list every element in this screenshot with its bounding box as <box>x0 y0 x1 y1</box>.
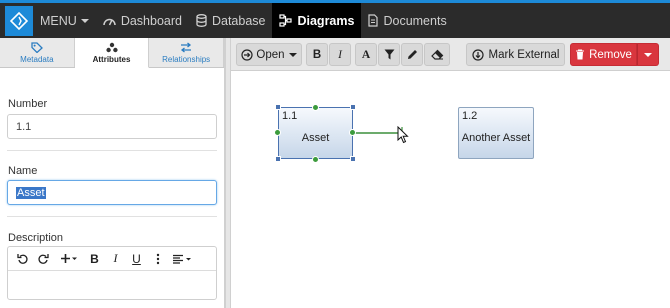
more-icon[interactable] <box>147 249 168 269</box>
arrow-circle-down-icon <box>471 48 484 61</box>
divider <box>7 216 217 217</box>
diagram-toolbar: Open B I A Mark External Remove <box>231 38 670 71</box>
tab-attributes[interactable]: Attributes <box>74 38 150 68</box>
italic-label: I <box>338 48 342 61</box>
open-button[interactable]: Open <box>236 43 302 66</box>
nav-item-label: Documents <box>383 13 447 28</box>
insert-icon[interactable] <box>54 249 84 269</box>
italic-icon[interactable]: I <box>105 249 126 269</box>
resize-handle[interactable] <box>350 156 356 162</box>
connection-port[interactable] <box>274 129 281 136</box>
bold-button[interactable]: B <box>306 43 328 66</box>
nav-item-label: Dashboard <box>120 13 182 28</box>
tab-label: Metadata <box>20 54 54 64</box>
name-value: Asset <box>16 187 46 199</box>
chevron-down-icon <box>644 52 652 57</box>
trash-icon <box>576 49 585 60</box>
name-field[interactable]: Asset <box>7 180 217 205</box>
font-color-button[interactable]: A <box>355 43 377 66</box>
description-label: Description <box>8 232 64 244</box>
document-icon <box>368 14 379 27</box>
tab-label: Attributes <box>92 54 131 64</box>
tab-metadata[interactable]: Metadata <box>0 38 75 67</box>
remove-dropdown-button[interactable] <box>637 43 659 66</box>
tab-label: Relationships <box>162 54 211 64</box>
app-root: MENU Dashboard Database Diagrams Documen… <box>0 0 670 308</box>
pencil-button[interactable] <box>401 43 423 66</box>
connection-port[interactable] <box>349 129 356 136</box>
chevron-down-icon <box>288 52 297 57</box>
font-label: A <box>361 48 371 61</box>
nav-item-label: Database <box>211 13 266 28</box>
node-id: 1.1 <box>282 110 298 122</box>
resize-handle[interactable] <box>275 104 281 110</box>
cursor-icon <box>397 126 409 144</box>
nav-item-documents[interactable]: Documents <box>361 3 453 38</box>
menu-button[interactable]: MENU <box>33 3 96 38</box>
remove-label: Remove <box>589 48 632 61</box>
filter-icon <box>384 49 394 60</box>
diagram-node[interactable]: 1.1 Asset <box>278 107 353 159</box>
nav-item-label: Diagrams <box>297 13 355 28</box>
align-icon[interactable] <box>168 249 196 269</box>
name-label: Name <box>8 165 38 177</box>
remove-button[interactable]: Remove <box>570 43 637 66</box>
undo-icon[interactable] <box>12 249 33 269</box>
database-icon <box>196 14 207 27</box>
underline-icon[interactable]: U <box>126 249 147 269</box>
top-nav: MENU Dashboard Database Diagrams Documen… <box>0 0 670 38</box>
number-value: 1.1 <box>16 121 32 133</box>
nav-item-dashboard[interactable]: Dashboard <box>96 3 189 38</box>
connection-port[interactable] <box>312 156 319 163</box>
resize-handle[interactable] <box>275 156 281 162</box>
mark-external-label: Mark External <box>488 48 560 61</box>
tab-relationships[interactable]: Relationships <box>149 38 225 67</box>
nav-item-database[interactable]: Database <box>189 3 273 38</box>
logo-icon[interactable] <box>5 5 33 36</box>
open-label: Open <box>256 48 285 61</box>
resize-handle[interactable] <box>350 104 356 110</box>
node-id: 1.2 <box>462 110 478 122</box>
node-name: Another Asset <box>461 132 531 144</box>
number-field[interactable]: 1.1 <box>7 114 217 139</box>
eraser-icon <box>430 49 443 60</box>
number-label: Number <box>8 98 48 110</box>
menu-label: MENU <box>40 13 77 28</box>
connection-port[interactable] <box>312 104 319 111</box>
pencil-icon <box>407 50 417 59</box>
diagram-icon <box>279 14 293 27</box>
exchange-icon <box>181 41 192 53</box>
bold-icon[interactable]: B <box>84 249 105 269</box>
mark-external-button[interactable]: Mark External <box>466 43 565 66</box>
attributes-icon <box>105 42 118 52</box>
divider <box>7 150 217 151</box>
eraser-button[interactable] <box>424 43 450 66</box>
nav-item-diagrams[interactable]: Diagrams <box>272 3 362 38</box>
chevron-down-icon <box>80 18 89 23</box>
panel-tabs: Metadata Attributes Relationships <box>0 38 225 68</box>
redo-icon[interactable] <box>33 249 54 269</box>
filter-button[interactable] <box>378 43 400 66</box>
editor-toolbar: B I U <box>8 247 216 271</box>
bold-label: B <box>312 48 322 61</box>
italic-button[interactable]: I <box>329 43 351 66</box>
dashboard-icon <box>103 18 116 25</box>
description-editor: B I U <box>7 246 217 300</box>
tag-icon <box>31 41 43 53</box>
diagram-canvas[interactable]: 1.1 Asset 1.2 Another Asset <box>231 71 670 308</box>
arrow-circle-right-icon <box>241 48 254 61</box>
diagram-node[interactable]: 1.2 Another Asset <box>458 107 534 159</box>
node-name: Asset <box>301 132 330 144</box>
